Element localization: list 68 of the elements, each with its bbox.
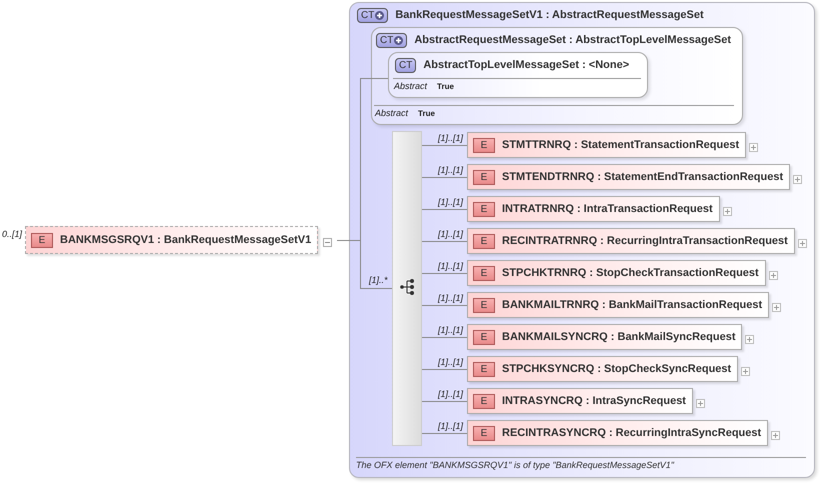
element-box[interactable]: E STMTENDTRNRQ : StatementEndTransactionRequest [467,164,790,190]
ct-label: CT [361,10,374,20]
element-title: STPCHKTRNRQ : StopCheckTransactionRequest [502,267,759,279]
element-title: INTRASYNCRQ : IntraSyncRequest [502,395,686,407]
expand-icon[interactable] [793,174,802,184]
occurrence-label: [1]..[1] [436,133,464,145]
description-text: The OFX element "BANKMSGSRQV1" is of type "BankRequestMessageSetV1" [355,459,676,470]
occurrence-label: [1]..[1] [436,261,464,273]
expand-icon[interactable] [745,334,754,344]
element-box[interactable]: E STPCHKSYNCRQ : StopCheckSyncRequest [467,356,738,382]
element-title: STPCHKSYNCRQ : StopCheckSyncRequest [502,363,732,375]
expand-icon[interactable] [798,238,807,248]
occurrence-label: [1]..[1] [436,293,464,305]
occurrence-label: [1]..* [369,275,388,286]
occurrence-label: [1]..[1] [436,357,464,369]
element-badge: E [473,394,495,408]
element-box[interactable]: E BANKMAILTRNRQ : BankMailTransactionRequest [467,292,770,318]
element-badge: E [473,234,495,248]
element-badge: E [473,266,495,280]
element-badge: E [473,330,495,344]
element-title: BANKMAILTRNRQ : BankMailTransactionRequest [502,299,762,311]
element-badge: E [473,170,495,184]
element-box[interactable]: E BANKMSGSRQV1 : BankRequestMessageSetV1 [25,226,318,254]
element-box[interactable]: E INTRASYNCRQ : IntraSyncRequest [467,388,693,414]
property-value: True [418,108,435,118]
element-badge: E [473,298,495,312]
occurrence-label: [1]..[1] [436,325,464,337]
expand-icon[interactable] [741,366,750,376]
ct-label: CT [380,34,394,46]
expand-icon[interactable] [771,430,780,440]
expand-icon[interactable] [696,398,705,408]
occurrence-label: [1]..[1] [436,165,464,177]
property-label: Abstract [394,81,428,91]
element-title: RECINTRATRNRQ : RecurringIntraTransactionRequest [502,235,788,247]
occurrence-label: [1]..[1] [436,421,464,433]
property-value: True [437,82,454,90]
element-title: BANKMAILSYNCRQ : BankMailSyncRequest [502,331,736,343]
element-box[interactable]: E STMTTRNRQ : StatementTransactionRequest [467,132,746,158]
element-title: STMTTRNRQ : StatementTransactionRequest [502,139,740,151]
occurrence-label: [1]..[1] [436,389,464,401]
occurrence-label: [1]..[1] [436,197,464,209]
element-box[interactable]: E STPCHKTRNRQ : StopCheckTransactionRequest [467,260,766,286]
element-box[interactable]: E BANKMAILSYNCRQ : BankMailSyncRequest [467,324,742,350]
occurrence-label: 0..[1] [2,229,22,239]
element-box[interactable]: E RECINTRASYNCRQ : RecurringIntraSyncRequest [467,420,768,446]
element-title: RECINTRASYNCRQ : RecurringIntraSyncRequest [502,427,762,439]
element-title: INTRATRNRQ : IntraTransactionRequest [502,203,713,215]
element-badge: E [31,232,53,248]
element-box[interactable]: E RECINTRATRNRQ : RecurringIntraTransactionRequest [467,228,795,254]
occurrence-label: [1]..[1] [436,229,464,241]
expand-icon[interactable] [749,142,758,152]
element-badge: E [473,202,495,216]
expand-icon[interactable] [768,270,778,280]
element-badge: E [473,426,495,440]
sequence-icon[interactable] [400,278,416,296]
property-label: Abstract [375,108,408,118]
expand-icon[interactable] [722,206,732,216]
element-title: BANKMSGSRQV1 : BankRequestMessageSetV1 [60,234,312,246]
type-title: AbstractTopLevelMessageSet : <None> [423,59,630,71]
type-title: BankRequestMessageSetV1 : AbstractRequestMessageSet [395,9,704,21]
element-badge: E [473,362,495,376]
type-title: AbstractRequestMessageSet : AbstractTopLevelMessageSet [414,34,732,46]
element-title: STMTENDTRNRQ : StatementEndTransactionRequest [502,171,784,183]
ct-label: CT [399,60,412,70]
element-box[interactable]: E INTRATRNRQ : IntraTransactionRequest [467,196,720,222]
element-badge: E [473,138,495,152]
collapse-icon[interactable] [323,238,332,246]
expand-icon[interactable] [772,302,782,312]
